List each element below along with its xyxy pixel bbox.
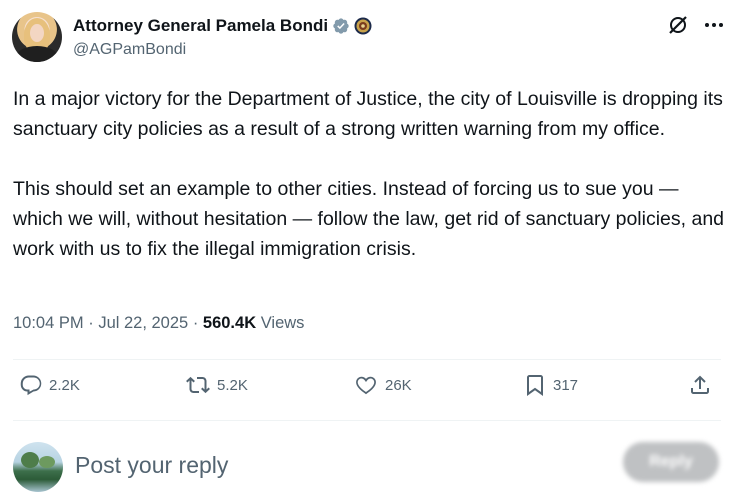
author-name-row: Attorney General Pamela Bondi (73, 15, 372, 37)
share-action[interactable] (688, 373, 712, 397)
avatar-tree (39, 456, 55, 468)
tweet-text: In a major victory for the Department of… (13, 84, 728, 264)
bookmark-action[interactable]: 317 (523, 373, 578, 397)
share-icon (691, 375, 709, 394)
reply-action[interactable]: 2.2K (19, 373, 80, 397)
verified-badge-icon[interactable] (332, 17, 350, 35)
post-time[interactable]: 10:04 PM (13, 314, 84, 332)
author-info: Attorney General Pamela Bondi @AGPamBond… (73, 15, 372, 59)
reply-composer: Post your reply Reply (13, 440, 721, 492)
meta-separator: · (192, 314, 199, 332)
bookmark-icon (527, 375, 543, 396)
reply-icon (20, 375, 42, 396)
repost-count: 5.2K (217, 376, 248, 394)
author-avatar[interactable] (12, 12, 62, 62)
views-count: 560.4K (202, 314, 257, 332)
like-count: 26K (385, 376, 412, 394)
like-icon (356, 376, 376, 395)
post-date[interactable]: Jul 22, 2025 (98, 314, 188, 332)
reply-button[interactable]: Reply (623, 442, 719, 482)
repost-action[interactable]: 5.2K (185, 373, 248, 397)
tweet-header: Attorney General Pamela Bondi @AGPamBond… (12, 12, 725, 62)
author-handle[interactable]: @AGPamBondi (73, 41, 372, 59)
author-name[interactable]: Attorney General Pamela Bondi (73, 16, 328, 36)
reply-input[interactable]: Post your reply (75, 452, 228, 479)
grok-icon[interactable] (667, 14, 689, 36)
tweet-meta: 10:04 PM · Jul 22, 2025 · 560.4K Views (13, 314, 304, 333)
avatar-tree (21, 452, 39, 468)
reply-count: 2.2K (49, 376, 80, 394)
tweet-paragraph: In a major victory for the Department of… (13, 88, 723, 140)
divider (13, 420, 721, 421)
more-options-icon[interactable] (703, 14, 725, 36)
like-action[interactable]: 26K (353, 373, 412, 397)
doj-seal-icon (354, 17, 372, 35)
repost-icon (186, 376, 210, 394)
meta-separator: · (88, 314, 94, 332)
views-label: Views (260, 314, 305, 332)
avatar-suit (16, 46, 58, 62)
header-actions (667, 14, 725, 36)
bookmark-count: 317 (553, 376, 579, 394)
avatar-face (30, 24, 44, 42)
tweet-paragraph: This should set an example to other citi… (13, 178, 725, 260)
current-user-avatar[interactable] (13, 442, 63, 492)
divider (13, 359, 721, 360)
engagement-bar: 2.2K 5.2K 26K 317 (13, 373, 721, 407)
